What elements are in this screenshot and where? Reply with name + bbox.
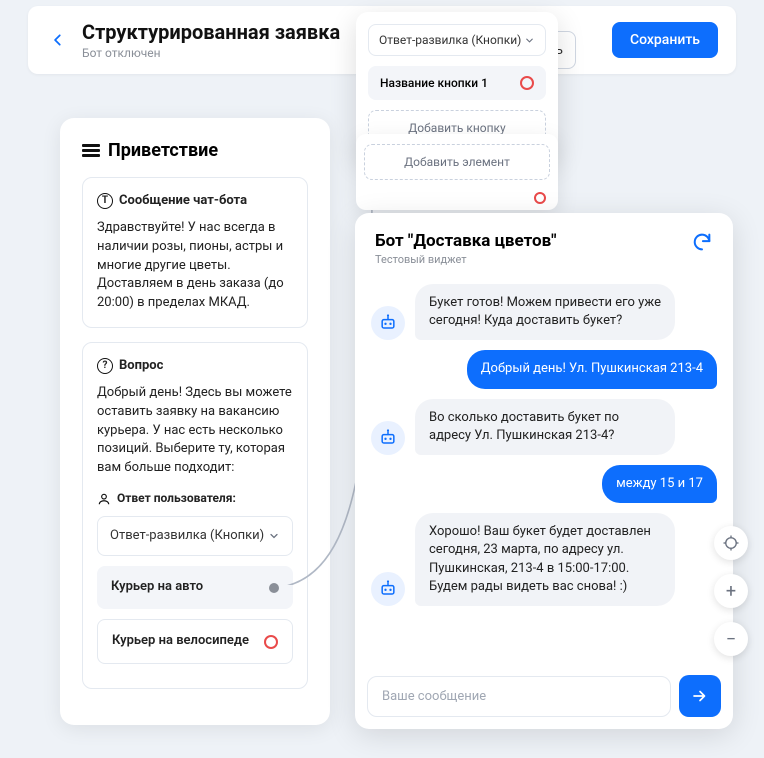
card-title-row: Приветствие bbox=[82, 140, 308, 161]
option-courier-bike[interactable]: Курьер на велосипеде bbox=[97, 619, 293, 664]
chat-title: Бот "Доставка цветов" bbox=[375, 231, 557, 251]
bot-message-row: Букет готов! Можем привести его уже сего… bbox=[371, 284, 717, 340]
bot-message-head-label: Сообщение чат-бота bbox=[119, 192, 247, 211]
add-element-popover: Добавить элемент bbox=[356, 134, 558, 210]
bot-message-row: Хорошо! Ваш букет будет доставлен сегодн… bbox=[371, 513, 717, 606]
bot-message-body: Здравствуйте! У нас всегда в наличии роз… bbox=[97, 219, 293, 313]
option-label: Курьер на велосипеде bbox=[112, 632, 249, 651]
bot-avatar bbox=[371, 306, 405, 340]
robot-icon bbox=[378, 428, 398, 448]
user-message-row: Добрый день! Ул. Пушкинская 213-4 bbox=[371, 350, 717, 388]
chat-input-row bbox=[355, 663, 733, 729]
chat-header: Бот "Доставка цветов" Тестовый виджет bbox=[355, 213, 733, 276]
save-button[interactable]: Сохранить bbox=[612, 22, 718, 58]
plus-icon: + bbox=[726, 581, 736, 602]
user-bubble: между 15 и 17 bbox=[602, 465, 717, 503]
question-head: ? Вопрос bbox=[97, 357, 293, 376]
question-block: ? Вопрос Добрый день! Здесь вы можете ос… bbox=[82, 342, 308, 689]
chat-widget: Бот "Доставка цветов" Тестовый виджет Бу… bbox=[355, 213, 733, 729]
refresh-icon bbox=[691, 231, 713, 253]
bot-bubble: Букет готов! Можем привести его уже сего… bbox=[415, 284, 675, 340]
popover-select-value: Ответ-развилка (Кнопки) bbox=[379, 33, 521, 47]
refresh-button[interactable] bbox=[691, 231, 713, 253]
bot-avatar bbox=[371, 421, 405, 455]
greeting-block-card: Приветствие T Сообщение чат-бота Здравст… bbox=[60, 118, 330, 725]
text-icon: T bbox=[97, 193, 113, 209]
chevron-down-icon bbox=[268, 530, 280, 542]
chat-subtitle: Тестовый виджет bbox=[375, 253, 557, 266]
bot-message-head: T Сообщение чат-бота bbox=[97, 192, 293, 211]
crosshair-icon bbox=[722, 534, 740, 552]
bot-message-block: T Сообщение чат-бота Здравствуйте! У нас… bbox=[82, 177, 308, 328]
question-head-label: Вопрос bbox=[119, 357, 163, 376]
required-indicator-icon bbox=[264, 635, 278, 649]
question-body: Добрый день! Здесь вы можете оставить за… bbox=[97, 384, 293, 478]
message-input[interactable] bbox=[367, 676, 671, 717]
required-indicator-icon bbox=[520, 76, 534, 90]
select-value: Ответ-развилка (Кнопки) bbox=[110, 527, 264, 546]
zoom-controls: + − bbox=[714, 526, 748, 656]
list-icon bbox=[82, 144, 100, 158]
zoom-out-button[interactable]: − bbox=[714, 622, 748, 656]
user-message-row: между 15 и 17 bbox=[371, 465, 717, 503]
person-icon bbox=[97, 492, 111, 506]
connector-dot bbox=[269, 583, 279, 593]
minus-icon: − bbox=[726, 629, 736, 650]
option-courier-auto[interactable]: Курьер на авто bbox=[97, 566, 293, 609]
question-icon: ? bbox=[97, 358, 113, 374]
bot-bubble: Во сколько доставить букет по адресу Ул.… bbox=[415, 399, 675, 455]
send-icon bbox=[691, 687, 709, 705]
bot-avatar bbox=[371, 572, 405, 606]
user-answer-label-text: Ответ пользователя: bbox=[117, 490, 236, 507]
user-answer-label: Ответ пользователя: bbox=[97, 490, 293, 507]
add-element-btn[interactable]: Добавить элемент bbox=[364, 144, 550, 180]
card-title: Приветствие bbox=[108, 140, 218, 161]
robot-icon bbox=[378, 313, 398, 333]
option-label: Курьер на авто bbox=[111, 578, 203, 597]
zoom-locate-button[interactable] bbox=[714, 526, 748, 560]
answer-type-select[interactable]: Ответ-развилка (Кнопки) bbox=[97, 516, 293, 557]
popover-select[interactable]: Ответ-развилка (Кнопки) bbox=[368, 24, 546, 56]
user-bubble: Добрый день! Ул. Пушкинская 213-4 bbox=[467, 350, 717, 388]
zoom-in-button[interactable]: + bbox=[714, 574, 748, 608]
button-name-label: Название кнопки 1 bbox=[380, 76, 488, 90]
required-indicator-icon bbox=[534, 192, 546, 204]
send-button[interactable] bbox=[679, 675, 721, 717]
button-name-chip[interactable]: Название кнопки 1 bbox=[368, 66, 546, 100]
bot-message-row: Во сколько доставить букет по адресу Ул.… bbox=[371, 399, 717, 455]
chevron-left-icon bbox=[51, 33, 65, 47]
back-button[interactable] bbox=[46, 28, 70, 52]
bot-bubble: Хорошо! Ваш букет будет доставлен сегодн… bbox=[415, 513, 675, 606]
chevron-down-icon bbox=[524, 35, 535, 46]
chat-body: Букет готов! Можем привести его уже сего… bbox=[355, 276, 733, 663]
robot-icon bbox=[378, 579, 398, 599]
